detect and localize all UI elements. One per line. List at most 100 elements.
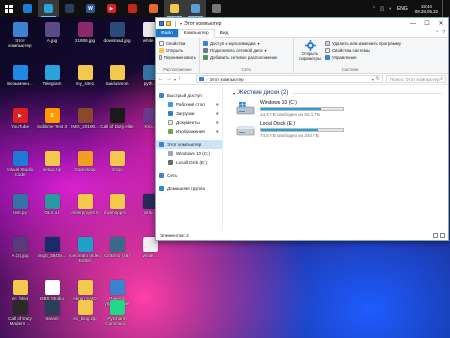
desktop-icon-myshop[interactable]: myshoppro... <box>100 194 134 215</box>
uninstall-program-button[interactable]: Удалить или изменить программу <box>325 40 401 47</box>
section-header[interactable]: ▾ Жесткие диски (2) <box>233 90 448 96</box>
nav-documents[interactable]: Документы ✱ <box>156 118 222 127</box>
desktop-icon-dbs[interactable]: DBS Studio <box>35 280 69 301</box>
computer-icon <box>159 142 164 147</box>
taskbar-app-gallery[interactable] <box>185 0 206 17</box>
collapse-ribbon-icon[interactable]: ⌃ <box>435 30 439 36</box>
taskbar-app-app-red[interactable] <box>122 0 143 17</box>
drive-item-e[interactable]: Local Disck (E:) 74,5 ГБ свободно из 244… <box>236 121 448 138</box>
nav-this-pc[interactable]: Этот компьютер <box>156 140 222 149</box>
taskbar-app-firefox[interactable] <box>143 0 164 17</box>
desktop-icon-olx[interactable]: OLX.uz <box>35 194 69 215</box>
nav-quick-access[interactable]: Быстрый доступ <box>156 91 222 100</box>
chevron-down-icon[interactable]: ▾ <box>180 21 182 26</box>
desktop-icon-ec-blog-zip[interactable]: ec_blog.zip <box>68 300 102 321</box>
desktop-icon-ec-blog[interactable]: ec_blog <box>3 280 37 301</box>
desktop-icon-enterproject[interactable]: enterprojectS <box>68 194 102 215</box>
desktop-icon-my-site1[interactable]: my_site1 <box>68 65 102 86</box>
document-icon <box>168 120 173 125</box>
back-arrow-icon[interactable]: ← <box>158 76 164 82</box>
programs-icon <box>325 41 330 46</box>
desktop-icon-this-pc[interactable]: Этот компьютер <box>3 22 37 48</box>
taskbar-app-app-gray[interactable] <box>206 0 227 17</box>
nav-pictures[interactable]: Изображения ✱ <box>156 127 222 136</box>
up-arrow-icon[interactable]: ↑ <box>178 76 181 82</box>
nav-drive-c[interactable]: Windows 10 (C:) <box>156 149 222 158</box>
chevron-up-icon[interactable]: ⌃ <box>370 0 378 17</box>
desktop-icon-untitled[interactable]: Безымянн... <box>3 65 37 86</box>
desktop-icon-21906-jpg[interactable]: 21906.jpg <box>68 22 102 43</box>
desktop-icon-download-jpg[interactable]: download.jpg <box>100 22 134 43</box>
desktop-icon-testpy[interactable]: test.py <box>3 194 37 215</box>
properties-button[interactable]: Свойства <box>159 40 196 47</box>
desktop-icon-a2jpg[interactable]: A (2).jpg <box>3 237 37 258</box>
nav-network[interactable]: Сеть <box>156 171 222 180</box>
taskbar-app-telegram[interactable] <box>38 0 59 17</box>
large-icons-view-icon[interactable] <box>440 233 445 238</box>
address-bar[interactable]: › Этот компьютер ▾ ↻ <box>196 75 383 83</box>
network-icon[interactable]: ◫ <box>378 0 386 17</box>
manage-button[interactable]: Управление <box>325 54 401 61</box>
nav-desktop-label: Рабочий стол <box>176 102 205 107</box>
desktop-icon-label: A.jpg <box>46 38 58 43</box>
desktop-icon-vscode[interactable]: Visual Studio Code <box>3 151 37 177</box>
chevron-down-icon[interactable]: ▾ <box>372 77 374 82</box>
help-icon[interactable]: ? <box>442 30 445 36</box>
open-button[interactable]: Открыть <box>159 47 196 54</box>
start-button[interactable] <box>0 0 17 17</box>
desktop-icon-label: Этот компьютер <box>8 38 32 48</box>
desktop-icon-saidusmon[interactable]: Saidusmon <box>100 65 134 86</box>
desktop-icon-pycharm[interactable]: PyCharm Communi... <box>100 300 134 326</box>
tab-computer[interactable]: Компьютер <box>177 29 215 38</box>
map-network-drive-button[interactable]: Подключить сетевой диск ▾ <box>203 47 290 54</box>
add-network-location-button[interactable]: Добавить сетевое расположение <box>203 54 290 61</box>
desktop-icon-icecream[interactable]: Icecream Video Editor <box>68 237 102 263</box>
taskbar-app-explorer[interactable] <box>164 0 185 17</box>
desktop-icon-label: Call of Duty Modern ... <box>8 316 32 326</box>
maximize-icon[interactable]: ☐ <box>420 18 434 29</box>
minimize-icon[interactable]: — <box>406 18 420 29</box>
desktop-icon-youtube[interactable]: ▶ YouTube <box>3 108 37 129</box>
clock[interactable]: 19:44 08.28.05.22 <box>411 4 442 14</box>
nav-homegroup[interactable]: Домашняя группа <box>156 184 222 193</box>
desktop-icon-cinemo[interactable]: CinEmo (46) <box>100 237 134 258</box>
media-access-button[interactable]: Доступ к мультимедиа ▾ <box>203 40 290 47</box>
search-input[interactable]: Поиск: Этот компьютер ⌕ <box>386 75 446 83</box>
desktop-icon-cod-mw[interactable]: Call of Duty Modern ... <box>3 300 37 326</box>
group-location: Свойства Открыть Переименовать Расположе… <box>156 38 200 73</box>
forward-arrow-icon[interactable]: → <box>166 76 172 82</box>
tab-view[interactable]: Вид <box>215 29 234 37</box>
show-desktop-button[interactable] <box>442 0 450 17</box>
desktop-icon-cod-elite[interactable]: Call of Duty elite <box>100 108 134 129</box>
nav-downloads[interactable]: Загрузки ✱ <box>156 109 222 118</box>
title-bar[interactable]: ▾ Этот компьютер — ☐ ✕ <box>156 18 448 29</box>
system-properties-button[interactable]: Свойства системы <box>325 47 401 54</box>
desktop-icon-telegram[interactable]: Telegram <box>35 65 69 86</box>
desktop-icon-steam[interactable]: Steam <box>35 300 69 321</box>
nav-drive-e[interactable]: Locall Dick (E:) <box>156 158 222 167</box>
rename-button[interactable]: Переименовать <box>159 54 196 61</box>
taskbar-app-word[interactable]: W <box>80 0 101 17</box>
taskbar-app-vscode[interactable] <box>17 0 38 17</box>
refresh-icon[interactable]: ↻ <box>376 76 380 82</box>
tab-file[interactable]: Файл <box>156 29 178 37</box>
properties-quick-icon[interactable] <box>166 21 171 26</box>
desktop-icon-img0[interactable]: img0_3840x... <box>35 237 69 258</box>
language-indicator[interactable]: ENG <box>394 6 411 12</box>
desktop-icon-ekran[interactable]: ekran SAID <box>68 280 102 301</box>
desktop-icon-sublime[interactable]: S Sublime Text 3 <box>35 108 69 129</box>
details-view-icon[interactable] <box>433 233 438 238</box>
desktop-icon-shop[interactable]: shop <box>100 151 134 172</box>
desktop-icon-setup-zip[interactable]: setup.zip <box>35 151 69 172</box>
desktop-icon-img2019[interactable]: IMG_20190... <box>68 108 102 129</box>
chevron-down-icon[interactable]: ▾ <box>174 77 176 82</box>
drive-item-c[interactable]: Windows 10 (C:) 14,5 ГБ свободно из 53,1… <box>236 100 448 117</box>
desktop-icon-gameloop[interactable]: Gameloop <box>68 151 102 172</box>
nav-desktop[interactable]: Рабочий стол ✱ <box>156 100 222 109</box>
close-icon[interactable]: ✕ <box>434 18 448 29</box>
taskbar-app-youtube[interactable]: ▶ <box>101 0 122 17</box>
desktop-icon-a-jpg[interactable]: A.jpg <box>35 22 69 43</box>
taskbar-app-steam[interactable] <box>59 0 80 17</box>
desktop-icon-label: setup.zip <box>42 167 62 172</box>
volume-icon[interactable]: ◖ <box>386 0 394 17</box>
